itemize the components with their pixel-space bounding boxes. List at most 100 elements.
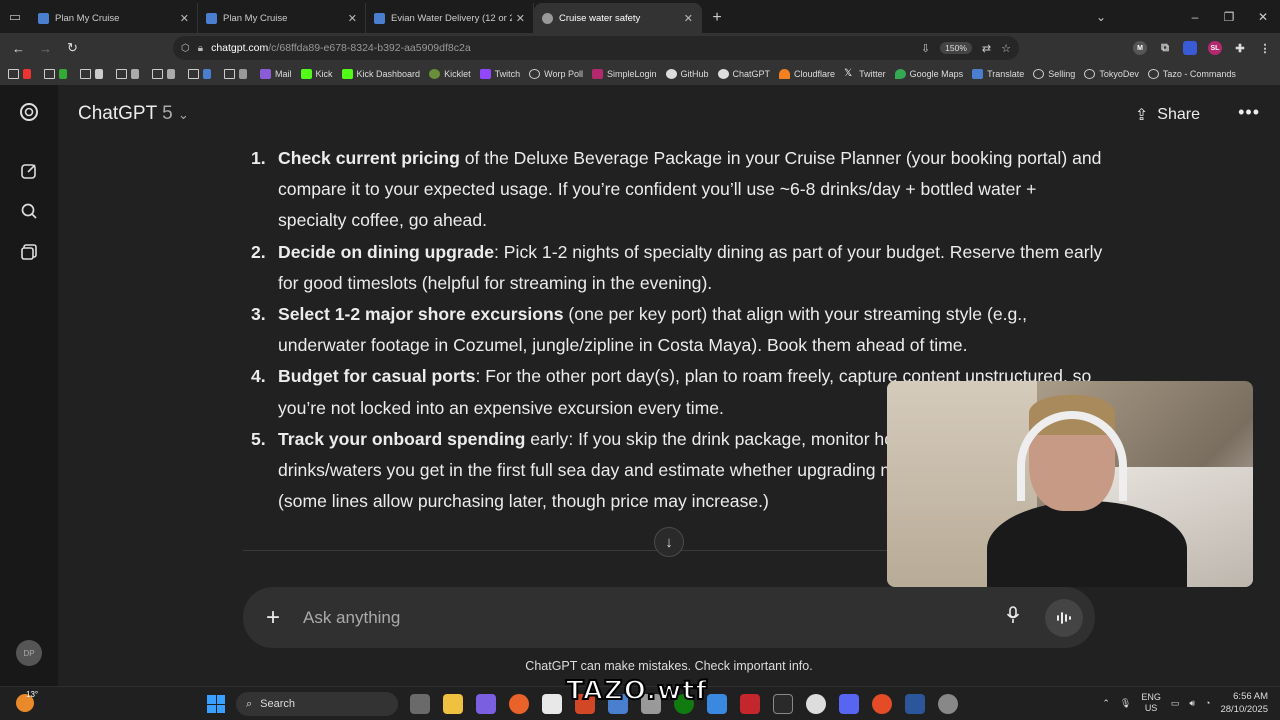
file-explorer-icon[interactable] <box>443 694 463 714</box>
bookmark-folder[interactable] <box>152 69 179 79</box>
microphone-icon[interactable]: 🎙︎ <box>1120 698 1131 709</box>
restore-icon[interactable]: ❐ <box>1212 10 1246 24</box>
microphone-icon[interactable] <box>1001 606 1025 629</box>
new-tab-button[interactable]: + <box>702 3 732 33</box>
tab-list-chevron-icon[interactable]: ⌄ <box>1084 10 1118 24</box>
bookmark-kick-dashboard[interactable]: Kick Dashboard <box>341 69 420 79</box>
tab-2[interactable]: Evian Water Delivery (12 or 24 B ✕ <box>366 3 534 33</box>
bookmark-github[interactable]: GitHub <box>665 69 709 79</box>
bookmark-folder[interactable] <box>188 69 215 79</box>
list-item: 3. Select 1-2 major shore excursions (on… <box>243 299 1103 361</box>
extension-sl-icon[interactable]: SL <box>1208 41 1222 55</box>
copilot-icon[interactable] <box>476 694 496 714</box>
install-app-icon[interactable]: ⇩ <box>921 42 930 55</box>
tab-search-icon[interactable]: ▭ <box>0 0 30 33</box>
language-indicator[interactable]: ENG US <box>1141 692 1161 714</box>
battery-icon[interactable]: ◔ <box>1205 698 1210 708</box>
close-tab-icon[interactable]: ✕ <box>516 12 525 25</box>
extension-m-icon[interactable]: M <box>1133 41 1147 55</box>
bookmark-star-icon[interactable]: ☆ <box>1001 42 1011 55</box>
bookmark-folder[interactable] <box>224 69 251 79</box>
volume-icon[interactable]: 🔊︎ <box>1189 698 1195 709</box>
chevron-up-icon[interactable]: ⌃ <box>1102 698 1110 709</box>
app-icon[interactable] <box>905 694 925 714</box>
firefox-icon[interactable] <box>509 694 529 714</box>
menu-icon[interactable]: ⋮ <box>1258 41 1272 55</box>
bookmark-simplelogin[interactable]: SimpleLogin <box>591 69 657 79</box>
back-icon[interactable]: ← <box>5 41 32 56</box>
app-icon[interactable] <box>740 694 760 714</box>
tab-3-active[interactable]: Cruise water safety ✕ <box>534 3 702 33</box>
bookmark-folder[interactable] <box>116 69 143 79</box>
bookmark-folder[interactable] <box>44 69 71 79</box>
bookmark-kicklet[interactable]: Kicklet <box>429 69 471 79</box>
search-icon: ⌕ <box>246 697 253 710</box>
bookmark-worp-poll[interactable]: Worp Poll <box>529 69 583 79</box>
library-icon[interactable] <box>18 241 40 263</box>
epic-games-icon[interactable] <box>773 694 793 714</box>
scroll-down-button[interactable]: ↓ <box>654 527 684 557</box>
close-tab-icon[interactable]: ✕ <box>348 12 357 25</box>
prompt-input[interactable] <box>303 607 1001 628</box>
search-icon[interactable] <box>18 200 40 222</box>
tab-title: Plan My Cruise <box>55 12 120 24</box>
new-chat-icon[interactable] <box>18 160 40 182</box>
bookmark-tokyodev[interactable]: TokyoDev <box>1084 69 1139 79</box>
model-selector[interactable]: ChatGPT 5 ⌄ <box>78 103 189 125</box>
bookmark-google-maps[interactable]: Google Maps <box>894 69 963 79</box>
list-item: 1. Check current pricing of the Deluxe B… <box>243 143 1103 237</box>
webcam-overlay <box>887 381 1253 587</box>
puzzle-icon[interactable]: ⧉ <box>1158 41 1172 55</box>
shield-icon[interactable]: ⬡ <box>181 43 190 54</box>
app-icon[interactable] <box>707 694 727 714</box>
add-attachment-button[interactable]: + <box>243 604 303 632</box>
bookmark-folder[interactable] <box>8 69 35 79</box>
cruise-favicon-icon <box>206 12 217 24</box>
tab-1[interactable]: Plan My Cruise ✕ <box>198 3 366 33</box>
folder-icon <box>8 69 19 79</box>
close-tab-icon[interactable]: ✕ <box>180 12 189 25</box>
app-icon <box>131 69 139 79</box>
reload-icon[interactable]: ↻ <box>59 40 86 56</box>
store-icon[interactable] <box>542 694 562 714</box>
forward-icon[interactable]: → <box>32 41 59 56</box>
shield-extension-icon[interactable] <box>1183 41 1197 55</box>
lock-icon[interactable]: 🔒︎ <box>198 43 203 54</box>
openai-logo-icon[interactable] <box>18 101 40 123</box>
bookmark-selling[interactable]: Selling <box>1033 69 1075 79</box>
voice-mode-button[interactable] <box>1045 598 1083 637</box>
chrome-icon[interactable] <box>806 694 826 714</box>
more-options-icon[interactable]: ••• <box>1238 102 1260 123</box>
share-button[interactable]: ⇪ Share <box>1135 105 1200 125</box>
bookmark-cloudflare[interactable]: Cloudflare <box>779 69 835 79</box>
tazo-watermark: TAZO.wtf <box>565 675 708 707</box>
translate-icon[interactable]: ⇄ <box>982 42 991 55</box>
settings-gear-icon[interactable] <box>938 694 958 714</box>
bookmark-kick[interactable]: Kick <box>300 69 333 79</box>
x-twitter-icon: 𝕏 <box>844 68 853 79</box>
tab-0[interactable]: Plan My Cruise ✕ <box>30 3 198 33</box>
bookmark-tazo-commands[interactable]: Tazo - Commands <box>1147 69 1236 79</box>
close-window-icon[interactable]: ✕ <box>1246 10 1280 24</box>
app-icon[interactable] <box>872 694 892 714</box>
bookmark-translate[interactable]: Translate <box>972 69 1024 79</box>
bookmark-mail[interactable]: Mail <box>260 69 292 79</box>
bookmark-twitter[interactable]: 𝕏 Twitter <box>844 68 886 80</box>
system-tray: ⌃ 🎙︎ ENG US ▭ 🔊︎ ◔ 6:56 AM 28/10/2025 <box>1102 690 1268 716</box>
minimize-icon[interactable]: – <box>1178 10 1212 24</box>
task-view-icon[interactable] <box>410 694 430 714</box>
url-path: /c/68ffda89-e678-8324-b392-aa5909df8c2a <box>268 42 471 54</box>
windows-start-icon[interactable] <box>207 695 225 713</box>
zoom-badge[interactable]: 150% <box>940 42 972 54</box>
bookmark-twitch[interactable]: Twitch <box>479 69 520 79</box>
weather-temp: 13° <box>26 690 39 699</box>
taskbar-search[interactable]: ⌕ Search <box>236 692 398 716</box>
network-icon[interactable]: ▭ <box>1171 698 1180 709</box>
close-tab-icon[interactable]: ✕ <box>684 12 693 25</box>
address-bar[interactable]: ⬡ 🔒︎ chatgpt.com/c/68ffda89-e678-8324-b3… <box>173 36 1019 60</box>
discord-icon[interactable] <box>839 694 859 714</box>
extensions-icon[interactable]: ✚ <box>1233 41 1247 55</box>
clock[interactable]: 6:56 AM 28/10/2025 <box>1220 690 1268 716</box>
bookmark-chatgpt[interactable]: ChatGPT <box>717 69 770 79</box>
bookmark-folder[interactable] <box>80 69 107 79</box>
